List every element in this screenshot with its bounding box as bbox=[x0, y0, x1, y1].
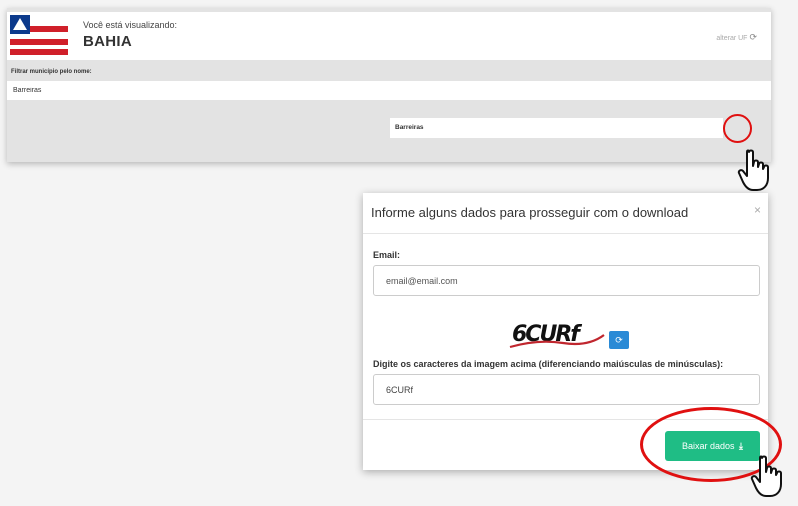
viewing-label: Você está visualizando: bbox=[83, 20, 178, 30]
captcha-refresh-button[interactable]: ⟳ bbox=[609, 331, 629, 349]
municipality-panel: Você está visualizando: BAHIA alterar UF… bbox=[7, 8, 771, 243]
captcha-field[interactable] bbox=[373, 374, 760, 405]
state-name: BAHIA bbox=[83, 33, 132, 50]
municipality-search-input[interactable] bbox=[7, 81, 771, 100]
hand-pointer-icon bbox=[737, 149, 769, 191]
result-name: Barreiras bbox=[395, 124, 424, 131]
refresh-icon: ⟳ bbox=[749, 32, 757, 42]
captcha-image: 6CURf bbox=[509, 322, 605, 349]
change-uf-label: alterar UF bbox=[716, 35, 748, 42]
captcha-label: Digite os caracteres da imagem acima (di… bbox=[373, 359, 724, 369]
close-icon[interactable]: × bbox=[754, 203, 761, 217]
highlight-circle-globe bbox=[723, 114, 752, 143]
email-label: Email: bbox=[373, 250, 401, 260]
filter-label: Filtrar município pelo nome: bbox=[11, 69, 92, 75]
divider bbox=[363, 233, 768, 234]
bahia-flag-icon bbox=[10, 15, 68, 55]
result-row-barreiras[interactable]: Barreiras x bbox=[390, 118, 764, 243]
refresh-icon: ⟳ bbox=[615, 335, 623, 345]
state-header: Você está visualizando: BAHIA alterar UF… bbox=[7, 12, 771, 60]
email-field[interactable] bbox=[373, 265, 760, 296]
modal-title: Informe alguns dados para prosseguir com… bbox=[371, 205, 689, 220]
change-uf-link[interactable]: alterar UF ⟳ bbox=[716, 32, 757, 43]
hand-pointer-icon bbox=[750, 455, 782, 497]
